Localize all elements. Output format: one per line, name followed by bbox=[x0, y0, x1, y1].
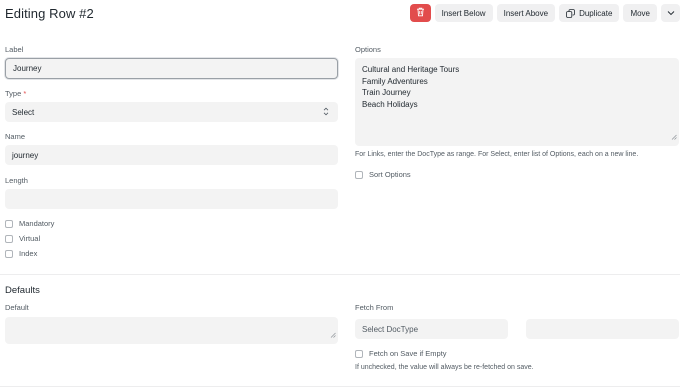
row-toolbar: Insert Below Insert Above Duplicate Move bbox=[409, 4, 680, 22]
options-help-text: For Links, enter the DocType as range. F… bbox=[355, 151, 639, 158]
move-button[interactable]: Move bbox=[623, 4, 657, 22]
default-field-label: Default bbox=[5, 303, 29, 312]
name-input[interactable]: journey bbox=[5, 145, 338, 165]
duplicate-icon bbox=[566, 8, 575, 18]
insert-below-button[interactable]: Insert Below bbox=[434, 4, 493, 22]
resize-handle-icon[interactable] bbox=[671, 132, 677, 144]
type-label-text: Type bbox=[5, 89, 22, 98]
required-mark: * bbox=[23, 89, 27, 98]
option-line: Family Adventures bbox=[362, 76, 428, 86]
duplicate-button[interactable]: Duplicate bbox=[559, 4, 620, 22]
options-textarea[interactable]: Cultural and Heritage Tours Family Adven… bbox=[355, 58, 679, 146]
resize-handle-icon[interactable] bbox=[330, 330, 336, 342]
section-divider bbox=[0, 274, 680, 275]
bottom-divider bbox=[0, 386, 680, 387]
more-actions-button[interactable] bbox=[661, 4, 680, 22]
select-arrows-icon bbox=[323, 107, 329, 118]
option-line: Train Journey bbox=[362, 88, 411, 98]
fetch-from-field-select[interactable] bbox=[526, 319, 679, 339]
fetch-on-save-label: Fetch on Save if Empty bbox=[369, 349, 447, 358]
sort-options-label: Sort Options bbox=[369, 170, 411, 179]
type-select-value: Select bbox=[12, 107, 35, 117]
index-checkbox[interactable]: Index bbox=[5, 249, 37, 258]
option-line: Cultural and Heritage Tours bbox=[362, 65, 460, 74]
type-select[interactable]: Select bbox=[5, 102, 338, 122]
duplicate-label: Duplicate bbox=[579, 8, 613, 18]
type-field-label: Type * bbox=[5, 89, 26, 98]
fetch-help-text: If unchecked, the value will always be r… bbox=[355, 364, 534, 371]
defaults-section-title: Defaults bbox=[5, 285, 40, 296]
trash-icon bbox=[416, 7, 425, 19]
option-line: Beach Holidays bbox=[362, 99, 418, 109]
checkbox-box[interactable] bbox=[355, 170, 363, 179]
length-input[interactable] bbox=[5, 189, 338, 209]
checkbox-box[interactable] bbox=[5, 234, 13, 243]
checkbox-box[interactable] bbox=[5, 219, 13, 228]
checkbox-box[interactable] bbox=[355, 349, 363, 358]
label-input[interactable]: Journey bbox=[5, 58, 338, 79]
mandatory-checkbox[interactable]: Mandatory bbox=[5, 219, 54, 228]
length-field-label: Length bbox=[5, 176, 28, 185]
default-textarea[interactable] bbox=[5, 317, 338, 344]
fetch-from-doctype-select[interactable]: Select DocType bbox=[355, 319, 508, 339]
sort-options-checkbox[interactable]: Sort Options bbox=[355, 170, 411, 179]
fetch-from-field-label: Fetch From bbox=[355, 303, 394, 312]
mandatory-label: Mandatory bbox=[19, 219, 55, 228]
fetch-on-save-checkbox[interactable]: Fetch on Save if Empty bbox=[355, 349, 447, 358]
page-title: Editing Row #2 bbox=[5, 6, 94, 21]
name-field-label: Name bbox=[5, 132, 26, 141]
index-label: Index bbox=[19, 249, 38, 258]
options-field-label: Options bbox=[355, 45, 381, 54]
insert-above-button[interactable]: Insert Above bbox=[496, 4, 556, 22]
checkbox-box[interactable] bbox=[5, 249, 13, 258]
chevron-down-icon bbox=[667, 9, 675, 18]
delete-row-button[interactable] bbox=[409, 4, 431, 22]
virtual-checkbox[interactable]: Virtual bbox=[5, 234, 40, 243]
virtual-label: Virtual bbox=[19, 234, 41, 243]
label-field-label: Label bbox=[5, 45, 24, 54]
